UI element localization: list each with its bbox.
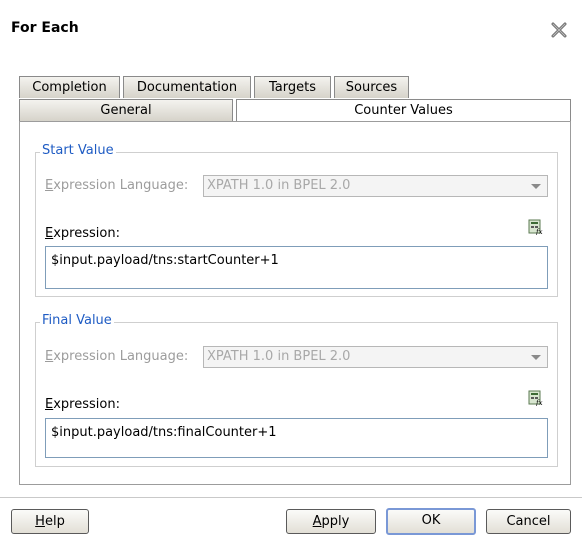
- chevron-down-icon: [531, 184, 541, 189]
- tab-general[interactable]: General: [19, 99, 233, 121]
- start-language-select[interactable]: XPATH 1.0 in BPEL 2.0: [203, 175, 548, 197]
- tab-targets[interactable]: Targets: [254, 76, 331, 98]
- start-language-value: XPATH 1.0 in BPEL 2.0: [207, 178, 351, 193]
- tab-completion[interactable]: Completion: [19, 76, 120, 98]
- final-expression-label: Expression:: [45, 397, 120, 412]
- final-language-select[interactable]: XPATH 1.0 in BPEL 2.0: [203, 346, 548, 368]
- expression-builder-icon[interactable]: fx: [528, 219, 544, 235]
- final-value-legend: Final Value: [40, 313, 114, 328]
- button-bar-separator: [0, 497, 582, 498]
- close-icon[interactable]: [551, 22, 567, 38]
- start-language-label-rest: xpression Language:: [53, 178, 189, 193]
- svg-text:fx: fx: [535, 228, 543, 235]
- ok-button[interactable]: OK: [386, 508, 476, 535]
- expression-builder-icon[interactable]: fx: [528, 390, 544, 406]
- cancel-button[interactable]: Cancel: [486, 509, 571, 534]
- final-language-value: XPATH 1.0 in BPEL 2.0: [207, 349, 351, 364]
- help-button[interactable]: Help: [11, 509, 89, 534]
- start-expression-label: Expression:: [45, 226, 120, 241]
- final-language-label-rest: xpression Language:: [53, 349, 189, 364]
- start-expression-input[interactable]: $input.payload/tns:startCounter+1: [45, 246, 548, 289]
- start-language-label: Expression Language:: [45, 178, 189, 193]
- dialog-title: For Each: [11, 20, 79, 36]
- tab-counter-values[interactable]: Counter Values: [236, 99, 571, 122]
- final-language-label: Expression Language:: [45, 349, 189, 364]
- svg-text:fx: fx: [535, 399, 543, 406]
- apply-button[interactable]: Apply: [286, 509, 376, 534]
- tab-documentation[interactable]: Documentation: [123, 76, 251, 98]
- chevron-down-icon: [531, 355, 541, 360]
- start-value-legend: Start Value: [40, 143, 116, 158]
- final-expression-input[interactable]: $input.payload/tns:finalCounter+1: [45, 418, 548, 458]
- tab-sources[interactable]: Sources: [334, 76, 409, 98]
